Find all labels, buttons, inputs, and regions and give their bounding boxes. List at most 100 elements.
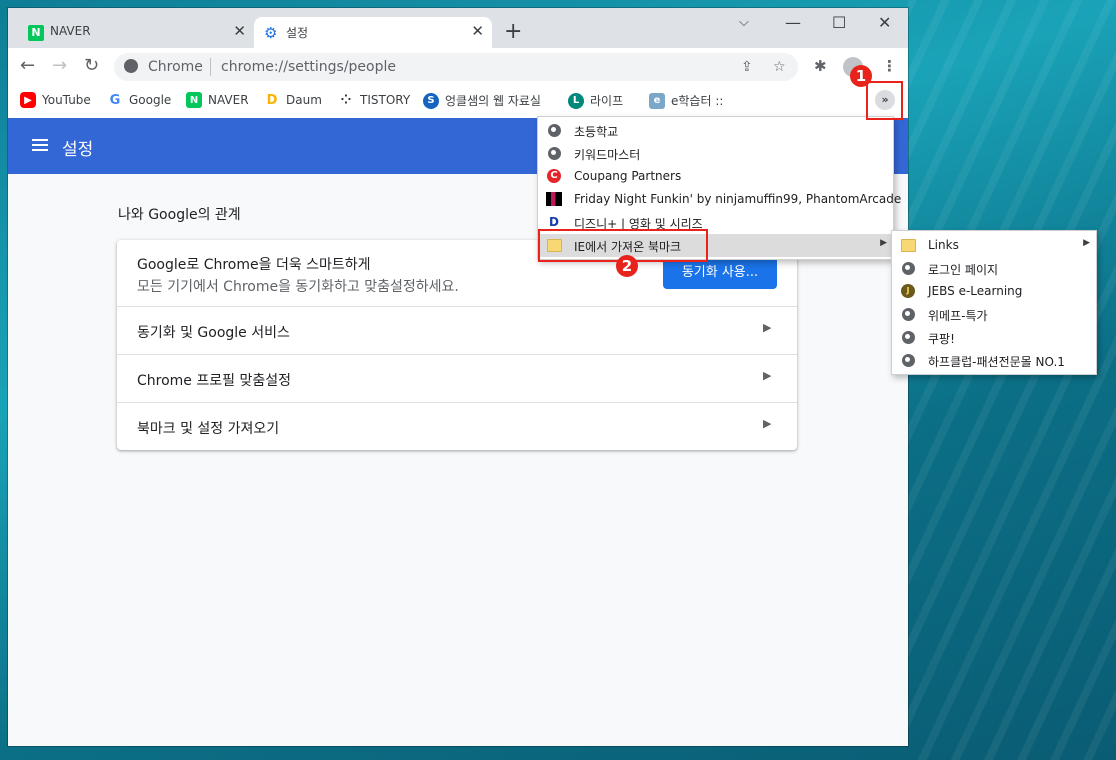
gear-icon: ⚙ [264, 24, 278, 42]
chevron-right-icon: ▶ [763, 369, 772, 382]
tab-settings[interactable]: ⚙ 설정 ✕ [254, 17, 492, 48]
toolbar: ← → ↻ Chrome chrome://settings/people ⇪ … [8, 48, 908, 85]
menu-item-label: 하프클럽-패션전문몰 NO.1 [928, 355, 1065, 369]
row-sync-services[interactable]: 동기화 및 Google 서비스 ▶ [117, 306, 797, 354]
menu-item-label: JEBS e-Learning [928, 284, 1023, 298]
tab-naver[interactable]: N NAVER ✕ [18, 17, 254, 48]
globe-icon [546, 122, 562, 138]
jebs-icon: J [900, 283, 916, 299]
google-icon: G [109, 92, 121, 108]
desktop-background [908, 0, 1116, 760]
naver-icon: N [186, 92, 202, 108]
promo-subtitle: 모든 기기에서 Chrome을 동기화하고 맞춤설정하세요. [137, 279, 459, 295]
menu-item-coupang-partners[interactable]: C Coupang Partners [538, 165, 893, 188]
chevron-right-icon: ▶ [763, 417, 772, 430]
bookmark-uncle-sam[interactable]: S 엉클샘의 웹 자료실 [423, 92, 541, 109]
bookmark-label: 라이프 [590, 94, 624, 108]
ie-bookmarks-submenu: Links ▶ 로그인 페이지 J JEBS e-Learning 위메프-특가… [891, 230, 1097, 375]
bookmark-tistory[interactable]: ⁘ TISTORY [338, 92, 411, 108]
submenu-item-coupang[interactable]: 쿠팡! [892, 326, 1096, 349]
row-customize-profile[interactable]: Chrome 프로필 맞춤설정 ▶ [117, 354, 797, 402]
globe-icon [900, 306, 916, 322]
bookmark-elearning[interactable]: e e학습터 :: [649, 92, 723, 109]
tistory-icon: ⁘ [340, 92, 352, 108]
hamburger-menu-icon[interactable] [32, 139, 48, 141]
close-tab-icon[interactable]: ✕ [233, 22, 246, 40]
menu-item-label: Coupang Partners [574, 169, 682, 183]
chevron-right-icon: ▶ [763, 321, 772, 334]
life-icon: L [568, 92, 584, 109]
tab-title: NAVER [50, 24, 91, 38]
omnibox-separator [210, 58, 211, 76]
submenu-arrow-icon: ▶ [1083, 238, 1090, 248]
bookmark-naver[interactable]: N NAVER [186, 92, 249, 108]
back-button[interactable]: ← [20, 55, 35, 76]
menu-item-label: Links [928, 238, 959, 252]
bookmark-google[interactable]: G Google [107, 92, 172, 108]
bookmark-youtube[interactable]: ▶ YouTube [20, 92, 91, 108]
bookmark-label: Google [129, 93, 172, 107]
menu-item-label: Friday Night Funkin' by ninjamuffin99, P… [574, 192, 902, 206]
close-tab-icon[interactable]: ✕ [471, 22, 484, 40]
url-text[interactable]: chrome://settings/people [221, 59, 396, 75]
submenu-item-links[interactable]: Links ▶ [892, 234, 1096, 257]
menu-item-label: 쿠팡! [928, 332, 955, 346]
bookmark-label: Daum [286, 93, 322, 107]
address-bar[interactable]: Chrome chrome://settings/people ⇪ ☆ [114, 53, 798, 81]
bookmark-label: YouTube [42, 93, 91, 107]
highlight-box-overflow [866, 81, 903, 120]
bookmark-daum[interactable]: D Daum [264, 92, 322, 108]
submenu-item-login[interactable]: 로그인 페이지 [892, 257, 1096, 280]
row-label: 북마크 및 설정 가져오기 [137, 421, 280, 437]
submenu-item-halfclub[interactable]: 하프클럽-패션전문몰 NO.1 [892, 349, 1096, 372]
youtube-icon: ▶ [20, 92, 36, 108]
coupang-icon: C [546, 168, 562, 184]
globe-icon [546, 145, 562, 161]
star-icon[interactable]: ☆ [773, 59, 786, 75]
menu-item-label: 위메프-특가 [928, 309, 988, 323]
uncle-sam-icon: S [423, 92, 439, 109]
tab-title: 설정 [286, 26, 309, 40]
bookmark-label: NAVER [208, 93, 249, 107]
forward-button[interactable]: → [52, 55, 67, 76]
reload-button[interactable]: ↻ [84, 55, 99, 76]
share-icon[interactable]: ⇪ [741, 59, 753, 75]
promo-title: Google로 Chrome을 더욱 스마트하게 [137, 257, 371, 273]
bookmark-label: e학습터 :: [671, 94, 724, 108]
bookmarks-bar: ▶ YouTube G Google N NAVER D Daum ⁘ TIST… [8, 85, 908, 119]
page-title: 설정 [62, 140, 94, 160]
row-label: Chrome 프로필 맞춤설정 [137, 373, 291, 389]
bookmark-label: TISTORY [360, 93, 411, 107]
more-menu-icon[interactable]: ⋮ [882, 57, 897, 75]
bookmark-label: 엉클샘의 웹 자료실 [445, 94, 541, 108]
section-title: 나와 Google의 관계 [118, 207, 241, 223]
globe-icon [900, 260, 916, 276]
submenu-item-wemakeprice[interactable]: 위메프-특가 [892, 303, 1096, 326]
omnibox-site-label: Chrome [148, 59, 203, 75]
maximize-button[interactable]: ☐ [832, 13, 846, 32]
disney-icon: D [549, 215, 559, 229]
folder-icon [900, 237, 916, 253]
people-card: Google로 Chrome을 더욱 스마트하게 모든 기기에서 Chrome을… [117, 240, 797, 450]
step-badge-2: 2 [616, 255, 638, 277]
bookmark-life[interactable]: L 라이프 [568, 92, 623, 109]
row-import-bookmarks[interactable]: 북마크 및 설정 가져오기 ▶ [117, 402, 797, 450]
elearning-icon: e [649, 92, 665, 109]
tab-search-icon[interactable]: ⌵ [739, 15, 749, 30]
chrome-icon [124, 59, 138, 73]
daum-icon: D [266, 92, 278, 108]
minimize-button[interactable]: — [785, 13, 801, 32]
menu-item-label: 키워드마스터 [574, 148, 641, 162]
menu-item-keyword-master[interactable]: 키워드마스터 [538, 142, 893, 165]
menu-item-fnf[interactable]: Friday Night Funkin' by ninjamuffin99, P… [538, 188, 901, 211]
submenu-arrow-icon: ▶ [880, 238, 887, 248]
close-window-button[interactable]: ✕ [878, 13, 891, 32]
submenu-item-jebs[interactable]: J JEBS e-Learning [892, 280, 1096, 303]
game-icon [546, 191, 562, 207]
menu-item-label: 초등학교 [574, 125, 619, 139]
extensions-icon[interactable]: ✱ [814, 57, 827, 75]
globe-icon [900, 329, 916, 345]
menu-item-school[interactable]: 초등학교 [538, 119, 893, 142]
naver-icon: N [28, 25, 44, 41]
new-tab-button[interactable]: + [504, 19, 522, 44]
